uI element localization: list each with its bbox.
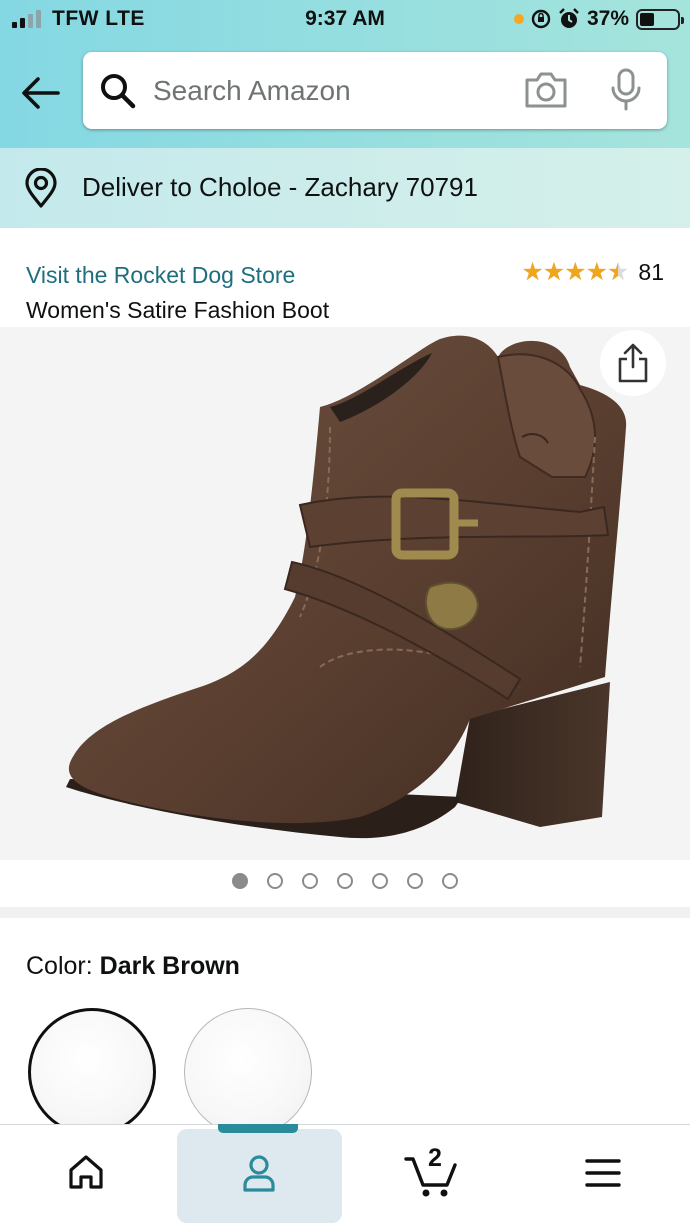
active-tab-indicator — [218, 1124, 298, 1133]
product-image[interactable] — [0, 327, 690, 860]
visit-store-link[interactable]: Visit the Rocket Dog Store — [26, 262, 295, 289]
nav-home[interactable] — [0, 1125, 172, 1227]
search-icon — [101, 74, 136, 109]
rating[interactable]: ★★★★★ ★★★★★ 81 — [521, 259, 664, 286]
color-swatch[interactable] — [184, 1008, 312, 1136]
image-pagination-dots[interactable] — [0, 873, 690, 893]
search-input[interactable] — [153, 70, 513, 112]
location-pin-icon — [25, 168, 57, 208]
hamburger-icon — [585, 1159, 621, 1187]
bottom-nav — [0, 1124, 690, 1227]
color-label: Color: Dark Brown — [26, 952, 240, 980]
pagination-dot[interactable] — [442, 873, 458, 889]
pagination-dot[interactable] — [232, 873, 248, 889]
color-swatch-selected[interactable] — [28, 1008, 156, 1136]
camera-icon[interactable] — [523, 70, 569, 110]
battery-icon — [636, 8, 684, 30]
delivery-location-bar[interactable]: Deliver to Choloe - Zachary 70791 — [0, 148, 690, 228]
share-icon — [618, 343, 648, 383]
home-icon — [69, 1155, 103, 1189]
rotation-lock-icon — [531, 9, 551, 29]
share-button[interactable] — [600, 330, 666, 396]
delivery-address: Deliver to Choloe - Zachary 70791 — [82, 172, 478, 202]
selected-color-name: Dark Brown — [99, 952, 240, 980]
rating-count: 81 — [638, 259, 664, 285]
status-bar: TFW LTE 9:37 AM 37% — [0, 0, 690, 38]
alarm-icon — [559, 8, 579, 28]
product-title: Women's Satire Fashion Boot — [26, 297, 330, 323]
pagination-dot[interactable] — [407, 873, 423, 889]
microphone-icon[interactable] — [609, 68, 643, 112]
section-divider — [0, 907, 690, 918]
pagination-dot[interactable] — [372, 873, 388, 889]
pagination-dot[interactable] — [302, 873, 318, 889]
search-bar[interactable] — [83, 52, 667, 129]
boot-image — [66, 335, 627, 839]
privacy-indicator-icon — [513, 14, 524, 24]
pagination-dot[interactable] — [267, 873, 283, 889]
cart-count-badge: 2 — [428, 1144, 442, 1172]
nav-cart[interactable] — [345, 1125, 517, 1227]
status-icons: 37% — [513, 7, 684, 31]
back-arrow-icon[interactable] — [20, 72, 62, 114]
pagination-dot[interactable] — [337, 873, 353, 889]
star-rating-icon: ★★★★★ ★★★★★ — [521, 258, 629, 286]
nav-profile[interactable] — [177, 1129, 342, 1223]
nav-menu[interactable] — [517, 1125, 690, 1227]
battery-percent: 37% — [586, 7, 629, 30]
person-icon — [243, 1155, 275, 1192]
